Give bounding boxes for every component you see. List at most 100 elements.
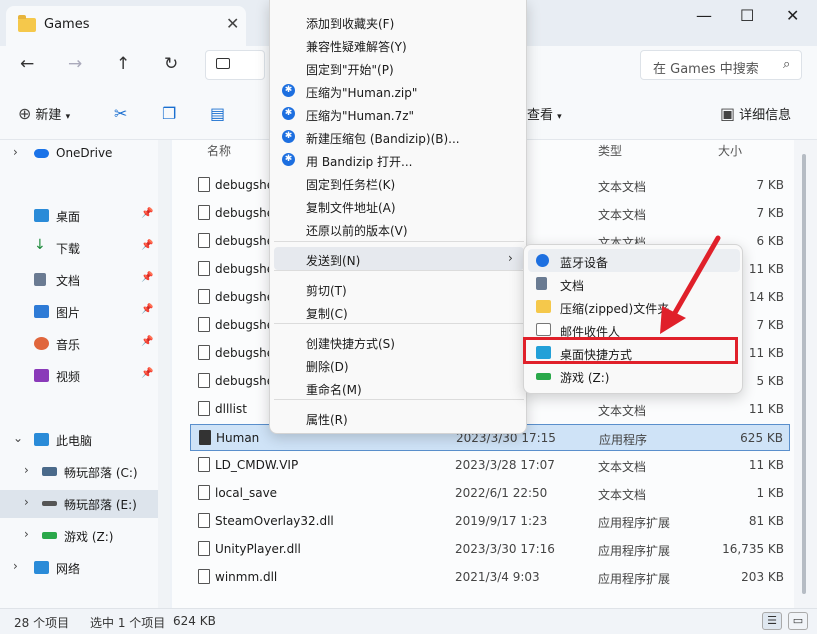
minimize-button[interactable]: — [696,6,712,25]
sidebar-item-desktop[interactable]: 桌面 📌 [0,202,158,230]
file-row[interactable]: winmm.dll 2021/3/4 9:03 应用程序扩展 203 KB [190,564,790,591]
annotation-arrow [660,235,721,334]
details-view-button[interactable]: ☰ [762,612,782,630]
file-row[interactable]: UnityPlayer.dll 2023/3/30 17:16 应用程序扩展 16,7… [190,536,790,563]
file-type: 应用程序 [599,433,648,447]
network-icon [34,561,49,574]
file-name: UnityPlayer.dll [215,542,301,556]
back-button[interactable]: ← [20,54,34,74]
drive-icon [42,501,57,506]
context-menu-item[interactable]: 还原以前的版本(V) [274,217,524,240]
pin-icon: 📌 [141,368,154,379]
music-icon [34,337,49,350]
file-size: 16,735 KB [722,542,784,556]
context-menu-item[interactable]: 属性(R) [274,406,524,429]
context-menu-item[interactable]: 删除(D) [274,353,524,376]
download-icon: ↓ [34,237,46,253]
sidebar-item-videos[interactable]: 视频 📌 [0,362,158,390]
text-file-icon [198,457,210,472]
details-pane-button[interactable]: ▣ 详细信息 [720,104,791,123]
file-date: 2023/3/28 17:07 [455,458,555,472]
chevron-right-icon: › [508,251,513,265]
context-menu-item[interactable]: 发送到(N) › [274,247,524,270]
column-header-size[interactable]: 大小 [718,142,742,159]
up-button[interactable]: ↑ [116,54,130,74]
menu-separator [274,241,524,242]
file-type: 文本文档 [598,180,647,194]
context-menu-item[interactable]: 兼容性疑难解答(Y) [274,33,524,56]
sidebar-item-drive-z[interactable]: › 游戏 (Z:) [0,522,158,550]
maximize-button[interactable]: ☐ [740,6,754,25]
file-row[interactable]: local_save 2022/6/1 22:50 文本文档 1 KB [190,480,790,507]
file-size: 625 KB [740,431,783,445]
computer-icon [34,433,49,446]
tab-close-button[interactable]: ✕ [226,14,239,33]
context-menu-item[interactable]: 重命名(M) [274,376,524,399]
dll-file-icon [198,569,210,584]
text-file-icon [198,261,210,276]
column-header-name[interactable]: 名称 [207,142,231,159]
search-input[interactable]: 在 Games 中搜索 ⌕ [640,50,802,80]
file-name: debugshe [215,234,275,248]
context-menu-item[interactable]: 固定到"开始"(P) [274,56,524,79]
context-menu-item[interactable]: 固定到任务栏(K) [274,171,524,194]
address-bar[interactable] [205,50,265,80]
picture-icon [34,305,49,318]
paste-button[interactable]: ▤ [210,104,229,123]
menu-item-label: 创建快捷方式(S) [306,337,395,351]
context-menu-item[interactable]: 剪切(T) [274,277,524,300]
context-menu-item[interactable]: 复制文件地址(A) [274,194,524,217]
menu-item-label: 剪切(T) [306,284,347,298]
close-button[interactable]: ✕ [786,6,799,25]
context-menu-item[interactable]: ✱ 新建压缩包 (Bandizip)(B)... [274,125,524,148]
pin-icon: 📌 [141,240,154,251]
sidebar-item-onedrive[interactable]: › OneDrive [0,140,158,168]
menu-item-label: 新建压缩包 (Bandizip)(B)... [306,132,460,146]
pin-icon: 📌 [141,336,154,347]
context-menu-item[interactable]: ✱ 用 Bandizip 打开... [274,148,524,171]
file-type: 文本文档 [598,488,647,502]
file-type: 应用程序扩展 [598,544,671,558]
send-to-item[interactable]: 游戏 (Z:) [528,364,740,387]
context-menu-item[interactable]: 添加到收藏夹(F) [274,10,524,33]
copy-button[interactable]: ❐ [162,104,180,123]
context-menu-item[interactable]: ✱ 压缩为"Human.zip" [274,79,524,102]
file-size: 11 KB [748,262,784,276]
sidebar-item-drive-e[interactable]: › 畅玩部落 (E:) [0,490,158,518]
sidebar-item-documents[interactable]: 文档 📌 [0,266,158,294]
item-count: 28 个项目 [14,616,70,630]
sidebar-item-downloads[interactable]: ↓ 下载 📌 [0,234,158,262]
sidebar-item-drive-c[interactable]: › 畅玩部落 (C:) [0,458,158,486]
menu-item-label: 添加到收藏夹(F) [306,17,395,31]
menu-separator [274,399,524,400]
navigation-pane: › OneDrive 桌面 📌 ↓ 下载 📌 文档 📌 图片 📌 音乐 📌 视频… [0,140,158,608]
menu-item-label: 发送到(N) [306,254,361,268]
menu-item-label: 复制(C) [306,307,348,321]
sidebar-item-network[interactable]: › 网络 [0,554,158,582]
tab-games[interactable]: Games ✕ [6,6,246,46]
cut-button[interactable]: ✂ [114,104,131,123]
tiles-view-button[interactable]: ▭ [788,612,808,630]
file-row[interactable]: LD_CMDW.VIP 2023/3/28 17:07 文本文档 11 KB [190,452,790,479]
view-button[interactable]: 查看 ▾ [527,104,562,123]
file-name: debugshe [215,290,275,304]
sidebar-item-this-pc[interactable]: ⌄ 此电脑 [0,426,158,454]
context-menu-item[interactable]: 创建快捷方式(S) [274,330,524,353]
scrollbar-thumb[interactable] [802,154,806,594]
context-menu-item[interactable]: ✱ 压缩为"Human.7z" [274,102,524,125]
file-list-scrollbar[interactable] [794,140,817,608]
file-size: 6 KB [756,234,784,248]
forward-button[interactable]: → [68,54,82,74]
context-menu-item[interactable]: 复制(C) [274,300,524,323]
navigation-scrollbar[interactable] [158,140,170,608]
column-header-type[interactable]: 类型 [598,142,622,159]
mail-icon [536,323,551,336]
file-row[interactable]: SteamOverlay32.dll 2019/9/17 1:23 应用程序扩展 81… [190,508,790,535]
refresh-button[interactable]: ↻ [164,54,178,74]
network-drive-icon [42,532,57,539]
sidebar-item-music[interactable]: 音乐 📌 [0,330,158,358]
video-icon [34,369,49,382]
new-button[interactable]: ⊕ 新建 ▾ [18,104,70,123]
sidebar-item-pictures[interactable]: 图片 📌 [0,298,158,326]
text-file-icon [198,401,210,416]
